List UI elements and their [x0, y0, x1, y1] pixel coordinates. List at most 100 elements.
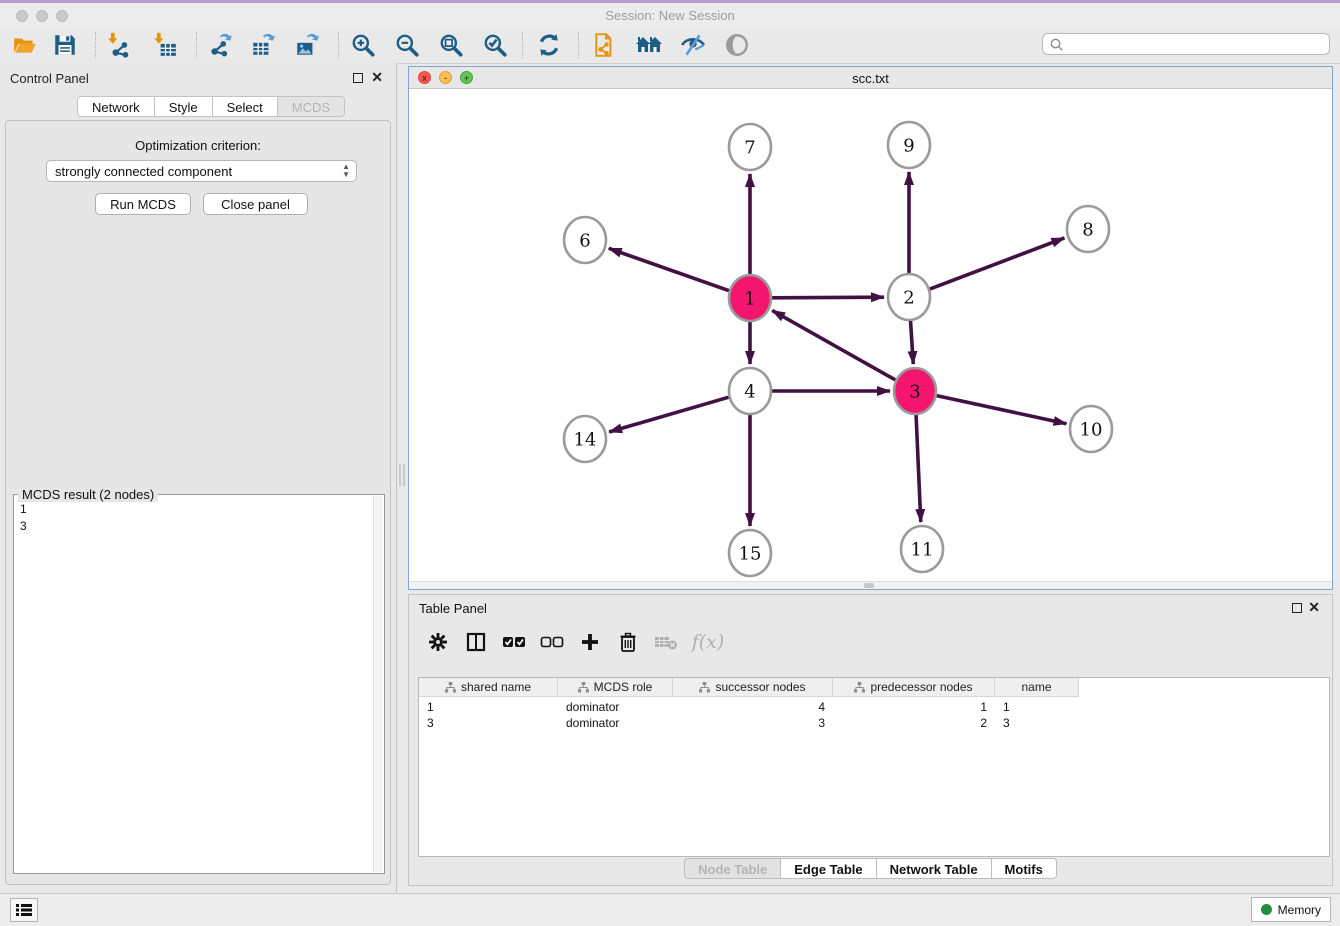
- show-all-button[interactable]: [722, 31, 752, 59]
- network-graph[interactable]: 7 9 6 8 1 2 4 3 14 10 15 11: [409, 89, 1330, 581]
- delete-table-icon: [654, 632, 678, 652]
- application-window: Session: New Session: [0, 0, 1340, 926]
- search-field[interactable]: [1042, 33, 1330, 55]
- table-cell[interactable]: 1: [833, 699, 995, 715]
- memory-status-icon: [1261, 904, 1272, 915]
- graph-node-10[interactable]: 10: [1070, 406, 1112, 452]
- column-header[interactable]: predecessor nodes: [833, 678, 995, 697]
- refresh-icon: [536, 32, 562, 58]
- open-file-button[interactable]: [10, 31, 40, 59]
- table-panel-title: Table Panel: [419, 601, 487, 616]
- import-network-button[interactable]: [104, 31, 134, 59]
- network-window-titlebar[interactable]: x - + scc.txt: [409, 67, 1332, 89]
- tab-network-table[interactable]: Network Table: [877, 858, 992, 879]
- memory-button[interactable]: Memory: [1251, 897, 1331, 922]
- tab-select[interactable]: Select: [213, 96, 278, 117]
- table-cell[interactable]: dominator: [558, 699, 673, 715]
- column-header[interactable]: shared name: [419, 678, 558, 697]
- clone-network-button[interactable]: [590, 31, 620, 59]
- graph-edge-3-10[interactable]: [937, 396, 1067, 424]
- zoom-fit-button[interactable]: [436, 31, 466, 59]
- gear-button[interactable]: [425, 629, 451, 655]
- close-panel-button[interactable]: Close panel: [203, 193, 308, 215]
- graph-node-15[interactable]: 15: [729, 530, 771, 576]
- chevron-up-down-icon: ▲▼: [342, 163, 350, 179]
- tab-style[interactable]: Style: [155, 96, 213, 117]
- graph-node-label: 3: [909, 381, 920, 402]
- close-table-panel-icon[interactable]: ✕: [1308, 602, 1320, 612]
- network-canvas[interactable]: 7 9 6 8 1 2 4 3 14 10 15 11: [409, 89, 1330, 581]
- graph-node-label: 14: [574, 429, 597, 450]
- tab-mcds[interactable]: MCDS: [278, 96, 345, 117]
- task-history-button[interactable]: [10, 898, 38, 922]
- delete-table-button[interactable]: [653, 629, 679, 655]
- optimization-criterion-select[interactable]: strongly connected component ▲▼: [46, 160, 357, 182]
- column-header[interactable]: MCDS role: [558, 678, 673, 697]
- tab-network[interactable]: Network: [77, 96, 155, 117]
- search-input[interactable]: [1068, 36, 1329, 52]
- graph-edge-1-6[interactable]: [609, 248, 729, 290]
- table-cell[interactable]: dominator: [558, 715, 673, 731]
- column-header[interactable]: successor nodes: [673, 678, 833, 697]
- column-header[interactable]: name: [995, 678, 1079, 697]
- tab-motifs[interactable]: Motifs: [992, 858, 1057, 879]
- open-file-icon: [12, 32, 38, 58]
- import-table-button[interactable]: [150, 31, 180, 59]
- table-cell[interactable]: 3: [995, 715, 1079, 731]
- refresh-button[interactable]: [534, 31, 564, 59]
- table-cell[interactable]: 2: [833, 715, 995, 731]
- table-cell[interactable]: 3: [419, 715, 558, 731]
- delete-button[interactable]: [615, 629, 641, 655]
- table-row[interactable]: 1dominator411: [419, 699, 1079, 715]
- export-image-button[interactable]: [292, 31, 322, 59]
- graph-edge-2-3[interactable]: [911, 321, 914, 364]
- run-mcds-button[interactable]: Run MCDS: [95, 193, 191, 215]
- graph-edge-3-1[interactable]: [772, 310, 895, 379]
- graph-node-4[interactable]: 4: [729, 368, 771, 414]
- graph-node-7[interactable]: 7: [729, 124, 771, 170]
- graph-node-1[interactable]: 1: [729, 275, 771, 321]
- export-table-button[interactable]: [248, 31, 278, 59]
- graph-edge-1-2[interactable]: [772, 297, 884, 298]
- graph-node-14[interactable]: 14: [564, 416, 606, 462]
- graph-edge-4-14[interactable]: [609, 397, 729, 432]
- export-network-button[interactable]: [205, 31, 235, 59]
- save-session-button[interactable]: [50, 31, 80, 59]
- tab-edge-table[interactable]: Edge Table: [781, 858, 876, 879]
- network-hscroll-handle[interactable]: [864, 583, 874, 588]
- table-cell[interactable]: 1: [995, 699, 1079, 715]
- mcds-result-scrollbar[interactable]: [373, 496, 383, 872]
- select-all-button[interactable]: [501, 629, 527, 655]
- graph-node-9[interactable]: 9: [888, 122, 930, 168]
- table-cell[interactable]: 1: [419, 699, 558, 715]
- graph-node-3[interactable]: 3: [894, 368, 936, 414]
- node-table[interactable]: shared nameMCDS rolesuccessor nodesprede…: [418, 677, 1330, 857]
- graph-node-2[interactable]: 2: [888, 274, 930, 320]
- zoom-in-button[interactable]: [348, 31, 378, 59]
- home-button[interactable]: [634, 31, 664, 59]
- add-button[interactable]: [577, 629, 603, 655]
- graph-node-8[interactable]: 8: [1067, 206, 1109, 252]
- show-all-icon: [724, 32, 750, 58]
- float-panel-icon[interactable]: [353, 73, 363, 83]
- deselect-all-button[interactable]: [539, 629, 565, 655]
- zoom-out-button[interactable]: [392, 31, 422, 59]
- float-table-panel-icon[interactable]: [1292, 603, 1302, 613]
- table-cell[interactable]: 4: [673, 699, 833, 715]
- split-pane-button[interactable]: [463, 629, 489, 655]
- graph-node-11[interactable]: 11: [901, 526, 943, 572]
- graph-node-6[interactable]: 6: [564, 217, 606, 263]
- hide-selected-button[interactable]: [678, 31, 708, 59]
- graph-edge-2-8[interactable]: [930, 238, 1065, 289]
- mcds-result-text[interactable]: 1 3: [14, 497, 374, 873]
- tab-node-table[interactable]: Node Table: [684, 858, 781, 879]
- table-cell[interactable]: 3: [673, 715, 833, 731]
- function-builder-button[interactable]: f(x): [691, 629, 725, 655]
- table-row[interactable]: 3dominator323: [419, 715, 1079, 731]
- graph-edge-3-11[interactable]: [916, 415, 921, 522]
- optimization-criterion-label: Optimization criterion:: [6, 138, 390, 153]
- panel-divider-grip[interactable]: [398, 462, 406, 488]
- close-panel-icon[interactable]: ✕: [371, 72, 383, 82]
- network-hscrollbar[interactable]: [409, 581, 1332, 589]
- zoom-selected-button[interactable]: [480, 31, 510, 59]
